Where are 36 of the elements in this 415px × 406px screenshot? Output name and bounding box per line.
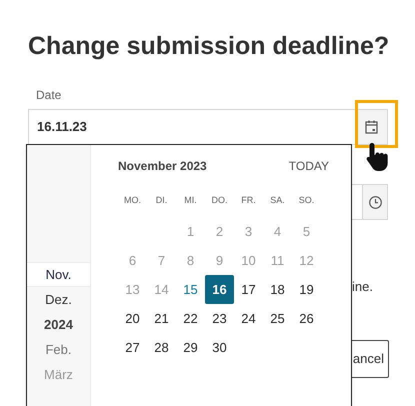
field-label: Date — [36, 87, 62, 104]
today-button[interactable]: TODAY — [288, 156, 329, 174]
calendar-day[interactable]: 24 — [234, 304, 263, 333]
calendar-button[interactable] — [355, 110, 387, 144]
calendar-day[interactable]: 20 — [118, 304, 147, 333]
calendar-day[interactable]: 27 — [118, 333, 147, 362]
calendar-icon — [365, 120, 378, 134]
weekday-label: SO. — [298, 194, 316, 208]
calendar-day[interactable]: 17 — [234, 275, 263, 304]
calendar-day[interactable]: 18 — [263, 275, 292, 304]
calendar-day[interactable]: 15 — [176, 275, 205, 304]
weekday-label: MO. — [123, 194, 142, 208]
calendar-day[interactable]: 28 — [147, 333, 176, 362]
time-field[interactable] — [350, 184, 388, 220]
calendar-day[interactable]: 29 — [176, 333, 205, 362]
calendar-day[interactable]: 25 — [263, 304, 292, 333]
description-text: ine. — [352, 278, 373, 296]
date-value: 16.11.23 — [36, 118, 88, 136]
calendar-day[interactable]: 16 — [205, 275, 234, 304]
weekday-label: FR. — [240, 194, 257, 208]
clock-icon — [368, 196, 382, 208]
dialog-title: Change submission deadline? — [28, 31, 390, 62]
highlight-frame — [355, 100, 398, 148]
calendar-day[interactable]: 21 — [147, 304, 176, 333]
calendar-day[interactable]: 22 — [176, 304, 205, 333]
calendar-day[interactable]: 23 — [205, 304, 234, 333]
clock-button[interactable] — [362, 185, 387, 219]
month-list-item[interactable]: Nov. — [27, 262, 90, 287]
weekday-label: DO. — [210, 194, 228, 208]
calendar-day[interactable]: 30 — [205, 333, 234, 362]
calendar-day[interactable]: 19 — [292, 275, 321, 304]
weekday-label: SA. — [269, 194, 286, 208]
month-title: November 2023 — [118, 158, 207, 174]
weekday-label: MI. — [183, 194, 198, 208]
calendar-day[interactable]: 26 — [292, 304, 321, 333]
weekday-label: DI. — [154, 194, 168, 208]
